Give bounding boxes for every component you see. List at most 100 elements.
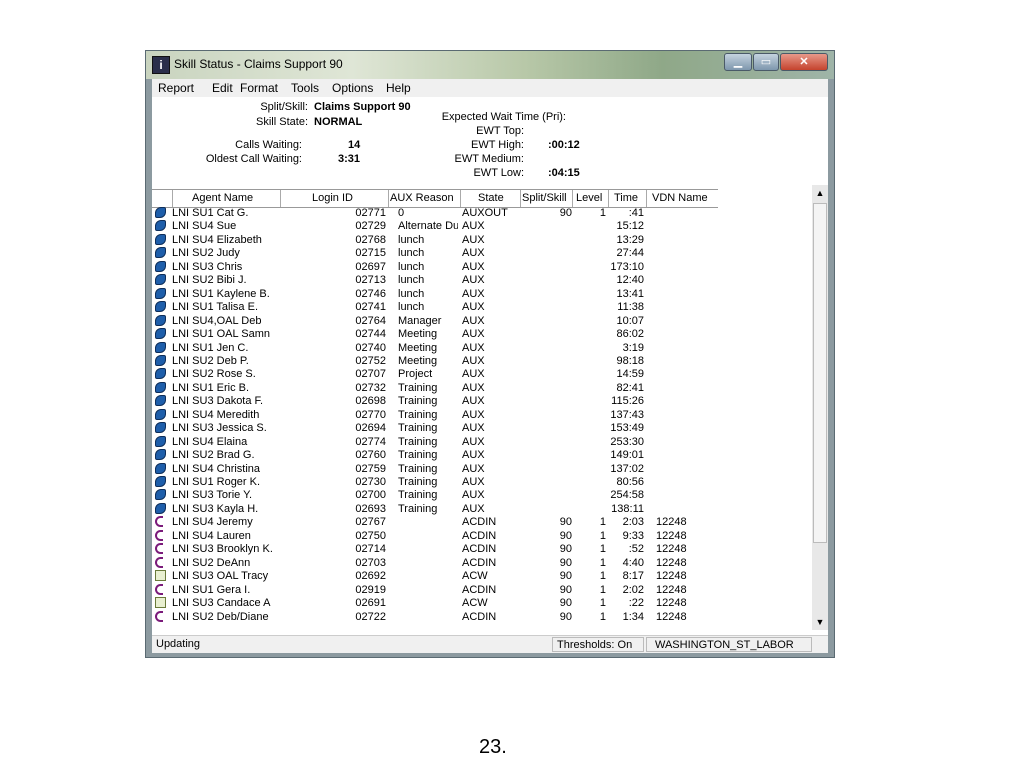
cell-split-skill: 90	[559, 516, 572, 529]
table-row[interactable]: LNI SU2 Deb P. 02752 Meeting AUX 98:18	[152, 354, 812, 368]
cell-state: ACW	[462, 597, 488, 610]
cell-time: 115:26	[611, 395, 644, 408]
col-agent-name[interactable]: Agent Name	[192, 192, 253, 204]
table-row[interactable]: LNI SU1 OAL Samn 02744 Meeting AUX 86:02	[152, 328, 812, 341]
table-row[interactable]: LNI SU2 DeAnn 02703 ACDIN 90 1 4:40 12248	[152, 556, 812, 570]
menu-help[interactable]: Help	[386, 81, 411, 95]
table-row[interactable]: LNI SU3 Torie Y. 02700 Training AUX 254:58	[152, 489, 812, 502]
minimize-icon: ▁	[733, 56, 743, 68]
aux-agent-icon	[155, 502, 166, 514]
table-row[interactable]: LNI SU1 Talisa E. 02741 lunch AUX 11:38	[152, 301, 812, 314]
aux-agent-icon	[155, 233, 166, 245]
table-row[interactable]: LNI SU3 Chris 02697 lunch AUX 173:10	[152, 260, 812, 274]
cell-time: 173:10	[610, 260, 644, 273]
menu-tools[interactable]: Tools	[291, 81, 319, 95]
table-row[interactable]: LNI SU4 Meredith 02770 Training AUX 137:43	[152, 408, 812, 422]
table-row[interactable]: LNI SU1 Eric B. 02732 Training AUX 82:41	[152, 381, 812, 395]
cell-login-id: 02693	[355, 502, 386, 515]
menu-report[interactable]: Report	[158, 81, 194, 95]
col-split-skill[interactable]: Split/Skill	[522, 192, 567, 204]
col-login-id[interactable]: Login ID	[312, 192, 353, 204]
aux-agent-icon	[155, 476, 166, 487]
cell-login-id: 02722	[355, 610, 386, 623]
table-row[interactable]: LNI SU3 Kayla H. 02693 Training AUX 138:11	[152, 502, 812, 516]
thresholds-indicator: Thresholds: On	[552, 637, 644, 652]
menu-options[interactable]: Options	[332, 81, 373, 95]
cell-time: 11:38	[617, 301, 644, 314]
cell-agent-name: LNI SU4 Sue	[172, 220, 237, 233]
cell-agent-name: LNI SU3 Jessica S.	[172, 422, 267, 435]
table-row[interactable]: LNI SU1 Roger K. 02730 Training AUX 80:56	[152, 476, 812, 489]
menu-edit[interactable]: Edit	[212, 81, 233, 95]
table-row[interactable]: LNI SU3 OAL Tracy 02692 ACW 90 1 8:17 12248	[152, 570, 812, 583]
table-row[interactable]: LNI SU2 Deb/Diane 02722 ACDIN 90 1 1:34 12248	[152, 610, 812, 624]
scroll-up-arrow-icon[interactable]: ▲	[812, 185, 828, 201]
window-client: Report Edit Format Tools Options Help Sp…	[152, 79, 828, 653]
cell-aux-reason: lunch	[398, 274, 425, 287]
table-row[interactable]: LNI SU1 Kaylene B. 02746 lunch AUX 13:41	[152, 287, 812, 301]
cell-agent-name: LNI SU2 Rose S.	[172, 368, 256, 381]
maximize-button[interactable]: ▭	[753, 53, 779, 71]
col-aux-reason[interactable]: AUX Reason	[390, 192, 454, 204]
cell-aux-reason: Training	[398, 502, 438, 515]
table-row[interactable]: LNI SU1 Gera I. 02919 ACDIN 90 1 2:02 12248	[152, 583, 812, 597]
cell-state: AUX	[462, 395, 485, 408]
cell-state: AUX	[462, 260, 485, 273]
table-row[interactable]: LNI SU4 Jeremy 02767 ACDIN 90 1 2:03 12248	[152, 516, 812, 529]
cell-state: AUX	[462, 462, 485, 475]
cell-login-id: 02698	[355, 395, 386, 408]
scroll-down-arrow-icon[interactable]: ▼	[812, 614, 828, 630]
table-row[interactable]: LNI SU2 Rose S. 02707 Project AUX 14:59	[152, 368, 812, 381]
cell-login-id: 02713	[355, 274, 386, 287]
table-row[interactable]: LNI SU3 Dakota F. 02698 Training AUX 115:26	[152, 395, 812, 408]
ewt-high-value: :00:12	[548, 139, 580, 151]
scroll-thumb[interactable]	[813, 203, 827, 543]
col-level[interactable]: Level	[576, 192, 602, 204]
table-row[interactable]: LNI SU4 Elaina 02774 Training AUX 253:30	[152, 435, 812, 449]
title-bar[interactable]: i Skill Status - Claims Support 90 ▁ ▭ ✕	[146, 51, 834, 79]
col-state[interactable]: State	[478, 192, 504, 204]
minimize-button[interactable]: ▁	[724, 53, 752, 71]
table-row[interactable]: LNI SU4 Christina 02759 Training AUX 137:02	[152, 462, 812, 476]
col-time[interactable]: Time	[614, 192, 638, 204]
table-row[interactable]: LNI SU4 Sue 02729 Alternate Du AUX 15:12	[152, 220, 812, 233]
table-row[interactable]: LNI SU3 Candace A 02691 ACW 90 1:22 12248	[152, 597, 812, 610]
table-row[interactable]: LNI SU4 Lauren 02750 ACDIN 90 1 9:33 12248	[152, 529, 812, 543]
cell-time: :22	[628, 597, 644, 610]
acd-phone-icon	[155, 529, 163, 541]
col-vdn-name[interactable]: VDN Name	[652, 192, 708, 204]
cell-agent-name: LNI SU4 Meredith	[172, 408, 260, 421]
cell-agent-name: LNI SU4 Jeremy	[172, 516, 253, 529]
cell-time: 149:01	[610, 449, 644, 462]
table-row[interactable]: LNI SU4 Elizabeth 02768 lunch AUX 13:29	[152, 233, 812, 247]
table-row[interactable]: LNI SU1 Cat G. 02771 0 AUXOUT 90 1:41	[152, 207, 812, 220]
cell-level: 1	[599, 583, 606, 596]
table-row[interactable]: LNI SU2 Bibi J. 02713 lunch AUX 12:40	[152, 274, 812, 287]
cell-agent-name: LNI SU1 Cat G.	[172, 207, 249, 219]
calls-waiting-value: 14	[348, 139, 361, 151]
close-button[interactable]: ✕	[780, 53, 828, 71]
cell-agent-name: LNI SU4 Lauren	[172, 529, 251, 542]
aux-agent-icon	[155, 368, 166, 380]
cell-aux-reason: Training	[398, 395, 438, 408]
status-bar: Updating Thresholds: On WASHINGTON_ST_LA…	[152, 635, 828, 653]
cell-time: 86:02	[616, 328, 644, 341]
cell-login-id: 02715	[355, 247, 386, 260]
table-row[interactable]: LNI SU3 Brooklyn K. 02714 ACDIN 90 1:52 12248	[152, 543, 812, 556]
cell-time: :52	[628, 543, 644, 556]
table-row[interactable]: LNI SU1 Jen C. 02740 Meeting AUX 3:19	[152, 341, 812, 355]
ewt-low-value: :04:15	[548, 167, 580, 179]
cell-agent-name: LNI SU4,OAL Deb	[172, 314, 262, 327]
cell-login-id: 02744	[355, 328, 386, 341]
table-row[interactable]: LNI SU2 Judy 02715 lunch AUX 27:44	[152, 247, 812, 260]
cell-time: 15:12	[616, 220, 644, 233]
cell-split-skill: 90	[559, 570, 572, 583]
vertical-scrollbar[interactable]: ▲ ▼	[812, 185, 828, 630]
table-row[interactable]: LNI SU2 Brad G. 02760 Training AUX 149:01	[152, 449, 812, 462]
menu-format[interactable]: Format	[240, 81, 278, 95]
cell-time: 12:40	[616, 274, 644, 287]
table-row[interactable]: LNI SU3 Jessica S. 02694 Training AUX 153:49	[152, 422, 812, 435]
aux-agent-icon	[155, 274, 166, 286]
table-row[interactable]: LNI SU4,OAL Deb 02764 Manager AUX 10:07	[152, 314, 812, 328]
cell-time: 4:40	[622, 556, 644, 569]
